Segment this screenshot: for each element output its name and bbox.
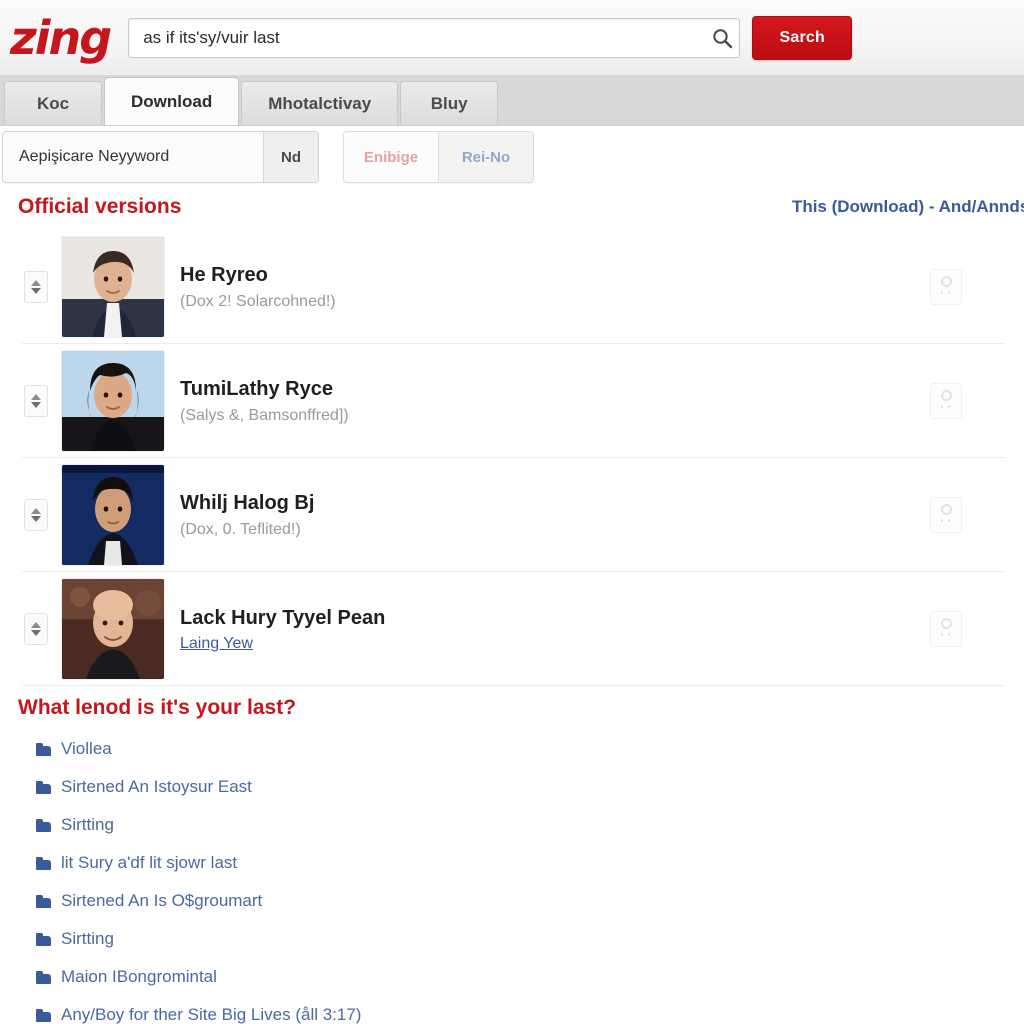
- keyword-field-group: Nd: [2, 131, 319, 183]
- list-item-label: Viollea: [61, 739, 112, 758]
- section-link[interactable]: This (Download) - And/Anndsl: [792, 197, 1024, 217]
- list-item-label: lit Sury a'df lit sjowr last: [61, 853, 238, 872]
- app-window: zing Sarch Koc Download Mhotalctivay Blu…: [0, 0, 1024, 1024]
- section-title: Official versions: [18, 195, 182, 218]
- lyrics-section: What lenod is it's your last? Viollea Si…: [18, 696, 1004, 1024]
- table-row[interactable]: Lack Hury Tyyel Pean Laing Yew ▪ ▪: [22, 572, 1004, 686]
- result-title[interactable]: He Ryreo: [180, 261, 410, 290]
- section-header: Official versions This (Download) - And/…: [18, 188, 1024, 226]
- result-meta: Lack Hury Tyyel Pean Laing Yew: [164, 604, 1004, 653]
- list-item-label: Sirtened An Istoysur East: [61, 777, 252, 796]
- result-meta: He Ryreo (Dox 2! Solarcohned!): [164, 261, 1004, 313]
- result-subtitle: (Salys &, Bamsonffred]): [180, 406, 349, 424]
- result-meta: TumiLathy Ryce (Salys &, Bamsonffred]): [164, 375, 1004, 427]
- avatar: [62, 578, 164, 679]
- row-action-dots: ▪ ▪: [940, 516, 952, 525]
- list-item[interactable]: lit Sury a'df lit sjowr last: [22, 844, 1004, 882]
- search-box[interactable]: [128, 17, 741, 58]
- list-item-label: Sirtting: [61, 929, 114, 948]
- gear-icon[interactable]: ▪ ▪: [930, 268, 962, 305]
- filter-toolbar: Nd Enibige Rei-No: [0, 126, 1024, 188]
- table-row[interactable]: TumiLathy Ryce (Salys &, Bamsonffred]) ▪…: [22, 344, 1004, 458]
- list-item[interactable]: Any/Boy for ther Site Big Lives (åll 3:1…: [22, 996, 1004, 1024]
- row-action-dots: ▪ ▪: [940, 630, 952, 639]
- gear-icon[interactable]: ▪ ▪: [930, 496, 962, 533]
- result-meta: Whilj Halog Bj (Dox, 0. Teflited!): [164, 489, 1004, 541]
- list-item[interactable]: Sirtting: [22, 920, 1004, 958]
- gear-icon[interactable]: ▪ ▪: [930, 382, 962, 419]
- results-list: He Ryreo (Dox 2! Solarcohned!) ▪ ▪ TumiL…: [22, 230, 1004, 686]
- avatar: [62, 350, 164, 451]
- gear-icon[interactable]: ▪ ▪: [930, 610, 962, 647]
- site-header: zing Sarch: [0, 0, 1024, 76]
- tab-bluy[interactable]: Bluy: [400, 81, 499, 125]
- folder-icon: [36, 742, 51, 756]
- list-item[interactable]: Sirtened An Istoysur East: [22, 768, 1004, 806]
- table-row[interactable]: Whilj Halog Bj (Dox, 0. Teflited!) ▪ ▪: [22, 458, 1004, 572]
- main-content: Official versions This (Download) - And/…: [0, 188, 1024, 1024]
- tab-mhotalctivay[interactable]: Mhotalctivay: [241, 81, 399, 125]
- avatar: [62, 236, 164, 337]
- list-item-label: Any/Boy for ther Site Big Lives (åll 3:1…: [61, 1005, 362, 1024]
- search-button[interactable]: Sarch: [752, 15, 853, 60]
- result-title[interactable]: Whilj Halog Bj: [180, 489, 410, 518]
- list-item[interactable]: Viollea: [22, 730, 1004, 768]
- site-logo[interactable]: zing: [10, 15, 112, 61]
- up-down-stepper-icon[interactable]: [24, 612, 48, 645]
- up-down-stepper-icon[interactable]: [24, 270, 48, 303]
- table-row[interactable]: He Ryreo (Dox 2! Solarcohned!) ▪ ▪: [22, 230, 1004, 344]
- result-sublink[interactable]: Laing Yew: [180, 635, 253, 653]
- list-item[interactable]: Sirtting: [22, 806, 1004, 844]
- tab-koc[interactable]: Koc: [4, 81, 102, 125]
- folder-icon: [36, 970, 51, 984]
- search-input[interactable]: [129, 18, 706, 57]
- list-item-label: Maion IBongromintal: [61, 967, 217, 986]
- tab-download[interactable]: Download: [104, 77, 240, 125]
- folder-icon: [36, 1008, 51, 1022]
- result-subtitle: (Dox, 0. Teflited!): [180, 520, 301, 538]
- list-item-label: Sirtened An Is O$groumart: [61, 891, 263, 910]
- up-down-stepper-icon[interactable]: [24, 498, 48, 531]
- result-subtitle: (Dox 2! Solarcohned!): [180, 292, 336, 310]
- segment-rei-no[interactable]: Rei-No: [438, 132, 533, 182]
- keyword-addon-button[interactable]: Nd: [263, 132, 318, 182]
- row-action-dots: ▪ ▪: [940, 402, 952, 411]
- search-icon[interactable]: [705, 19, 739, 57]
- folder-icon: [36, 856, 51, 870]
- filter-segmented-control: Enibige Rei-No: [343, 131, 534, 183]
- list-item-label: Sirtting: [61, 815, 114, 834]
- lyrics-title: What lenod is it's your last?: [18, 696, 297, 719]
- segment-enibige[interactable]: Enibige: [344, 132, 438, 182]
- folder-icon: [36, 894, 51, 908]
- list-item[interactable]: Maion IBongromintal: [22, 958, 1004, 996]
- keyword-input[interactable]: [3, 132, 263, 182]
- up-down-stepper-icon[interactable]: [24, 384, 48, 417]
- row-action-dots: ▪ ▪: [940, 288, 952, 297]
- list-item[interactable]: Sirtened An Is O$groumart: [22, 882, 1004, 920]
- nav-tabs: Koc Download Mhotalctivay Bluy: [0, 76, 1024, 126]
- result-title[interactable]: TumiLathy Ryce: [180, 375, 410, 404]
- folder-icon: [36, 780, 51, 794]
- folder-icon: [36, 818, 51, 832]
- folder-icon: [36, 932, 51, 946]
- avatar: [62, 464, 164, 565]
- result-title[interactable]: Lack Hury Tyyel Pean: [180, 604, 410, 633]
